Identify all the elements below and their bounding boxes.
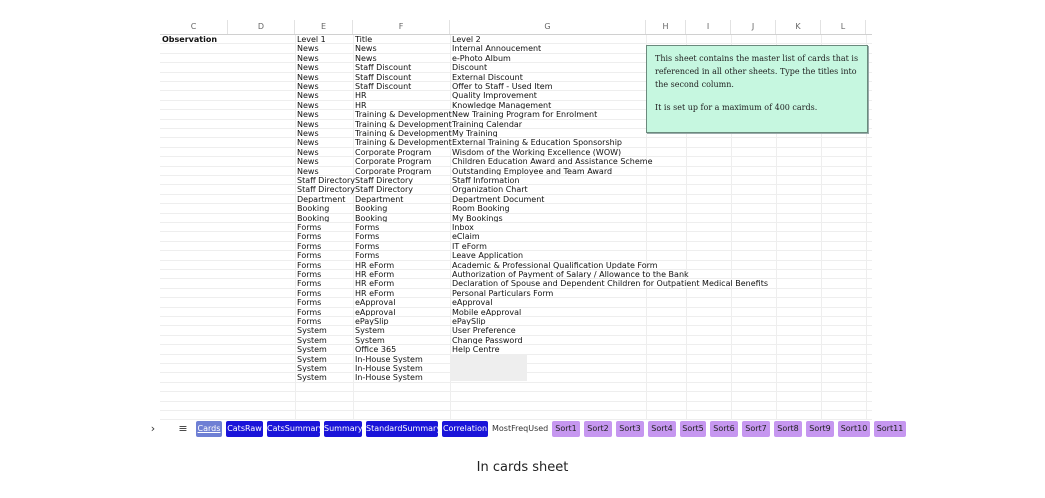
spreadsheet-grid[interactable]: CDEFGHIJKL Observation Level 1 Title Lev… xyxy=(160,20,872,420)
table-row: System In-House System xyxy=(160,354,872,364)
table-row: Forms eApproval eApproval xyxy=(160,298,872,308)
table-row: Forms eApproval Mobile eApproval xyxy=(160,308,872,317)
tab-mostfreqused[interactable]: MostFreqUsed xyxy=(492,421,548,437)
column-header-k[interactable]: K xyxy=(776,20,821,34)
column-header-g[interactable]: G xyxy=(450,20,646,34)
table-row: Booking Booking Room Booking xyxy=(160,204,872,214)
tab-summary[interactable]: Summary xyxy=(324,421,363,437)
note-text-2: It is set up for a maximum of 400 cards. xyxy=(655,103,818,112)
tab-sort2[interactable]: Sort2 xyxy=(584,421,612,437)
tab-sort9[interactable]: Sort9 xyxy=(806,421,834,437)
table-row: News Corporate Program Children Education … xyxy=(160,157,872,167)
empty-cell-highlight xyxy=(451,364,527,372)
note-comment-box[interactable]: This sheet contains the master list of c… xyxy=(646,45,868,133)
column-header-d[interactable]: D xyxy=(228,20,295,34)
table-row: Forms Forms Inbox xyxy=(160,223,872,233)
table-row: Forms HR eForm Declaration of Spouse and D… xyxy=(160,279,872,289)
column-header-i[interactable]: I xyxy=(686,20,731,34)
header-row: Observation Level 1 Title Level 2 xyxy=(160,35,872,45)
table-row: Forms ePaySlip ePaySlip xyxy=(160,317,872,327)
table-row: Forms Forms eClaim xyxy=(160,232,872,242)
tab-sort7[interactable]: Sort7 xyxy=(742,421,770,437)
caption: In cards sheet xyxy=(476,460,569,475)
column-header-j[interactable]: J xyxy=(731,20,776,34)
table-row: System In-House System xyxy=(160,373,872,383)
tab-sort3[interactable]: Sort3 xyxy=(616,421,644,437)
empty-row xyxy=(160,383,872,393)
tab-sort10[interactable]: Sort10 xyxy=(838,421,870,437)
tab-sort4[interactable]: Sort4 xyxy=(648,421,676,437)
table-row: System Office 365 Help Centre xyxy=(160,345,872,355)
table-row: System System User Preference xyxy=(160,326,872,336)
table-row: Booking Booking My Bookings xyxy=(160,214,872,223)
tab-sort11[interactable]: Sort11 xyxy=(874,421,906,437)
empty-row xyxy=(160,411,872,420)
tab-sort8[interactable]: Sort8 xyxy=(774,421,802,437)
sheet-menu-icon[interactable]: ≡ xyxy=(176,421,190,437)
tab-scroll-arrow-icon[interactable]: › xyxy=(148,421,158,437)
column-header-l[interactable]: L xyxy=(821,20,866,34)
sheet-tab-bar: › ≡ Cards CatsRaw CatsSummary Summary Standa… xyxy=(148,421,906,439)
tab-sort5[interactable]: Sort5 xyxy=(680,421,706,437)
empty-cell-highlight xyxy=(451,373,527,382)
table-row: Forms HR eForm Authorization of Payment of… xyxy=(160,270,872,280)
table-row: News Corporate Program Outstanding Employe… xyxy=(160,167,872,176)
table-row: System System Change Password xyxy=(160,336,872,346)
column-header-f[interactable]: F xyxy=(353,20,450,34)
empty-row xyxy=(160,392,872,402)
table-row: Forms Forms IT eForm xyxy=(160,242,872,252)
column-header-h[interactable]: H xyxy=(646,20,686,34)
column-header-c[interactable]: C xyxy=(160,20,228,34)
tab-sort6[interactable]: Sort6 xyxy=(710,421,738,437)
table-row: Forms Forms Leave Application xyxy=(160,251,872,261)
table-row: News Corporate Program Wisdom of the Worki… xyxy=(160,148,872,158)
table-row: News Training & Development External Train… xyxy=(160,138,872,148)
tab-catsraw[interactable]: CatsRaw xyxy=(226,421,263,437)
table-row: System In-House System xyxy=(160,364,872,374)
empty-cell-highlight xyxy=(451,354,527,363)
table-row: Forms HR eForm Personal Particulars Form xyxy=(160,289,872,299)
table-row: Department Department Department Document xyxy=(160,195,872,205)
tab-standardsummary[interactable]: StandardSummary xyxy=(366,421,441,437)
tab-sort1[interactable]: Sort1 xyxy=(552,421,580,437)
column-header-e[interactable]: E xyxy=(295,20,353,34)
tab-cards[interactable]: Cards xyxy=(196,421,222,437)
table-row: Staff Directory Staff Directory Organizati… xyxy=(160,185,872,195)
table-row: Forms HR eForm Academic & Professional Qua… xyxy=(160,261,872,270)
tab-correlation[interactable]: Correlation xyxy=(442,421,488,437)
table-row: Staff Directory Staff Directory Staff Info… xyxy=(160,176,872,186)
tab-catssummary[interactable]: CatsSummary xyxy=(267,421,323,437)
note-text-1: This sheet contains the master list of c… xyxy=(655,54,859,89)
empty-row xyxy=(160,402,872,411)
